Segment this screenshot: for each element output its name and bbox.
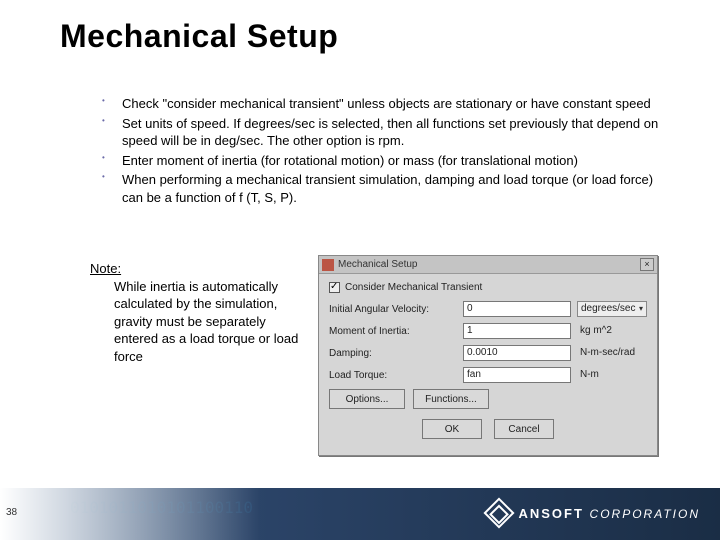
dialog-titlebar: Mechanical Setup × <box>319 256 657 274</box>
note-label: Note: <box>90 261 121 276</box>
footer-fade <box>0 488 260 540</box>
unit-text: kg m^2 <box>577 323 647 339</box>
moment-inertia-input[interactable]: 1 <box>463 323 571 339</box>
unit-text: N-m <box>577 367 647 383</box>
bullet-item: When performing a mechanical transient s… <box>100 171 660 206</box>
logo-text: ANSOFT CORPORATION <box>518 506 700 521</box>
note-block: Note: While inertia is automatically cal… <box>90 260 300 365</box>
velocity-unit-select[interactable]: degrees/sec ▾ <box>577 301 647 317</box>
footer-logo: ANSOFT CORPORATION <box>488 502 700 524</box>
page-title: Mechanical Setup <box>60 18 338 55</box>
corp: CORPORATION <box>590 507 700 521</box>
field-label: Load Torque: <box>329 370 463 381</box>
unit-text: N-m-sec/rad <box>577 345 647 361</box>
dialog-title: Mechanical Setup <box>338 259 640 270</box>
unit-text: degrees/sec <box>581 302 635 316</box>
initial-velocity-input[interactable]: 0 <box>463 301 571 317</box>
field-label: Moment of Inertia: <box>329 326 463 337</box>
logo-icon <box>484 497 515 528</box>
load-torque-input[interactable]: fan <box>463 367 571 383</box>
app-icon <box>322 259 334 271</box>
bullet-item: Check "consider mechanical transient" un… <box>100 95 660 113</box>
field-label: Damping: <box>329 348 463 359</box>
close-icon[interactable]: × <box>640 258 654 271</box>
consider-transient-checkbox[interactable] <box>329 282 340 293</box>
field-label: Initial Angular Velocity: <box>329 304 463 315</box>
damping-input[interactable]: 0.0010 <box>463 345 571 361</box>
chevron-down-icon: ▾ <box>639 302 643 316</box>
page-number: 38 <box>6 507 17 518</box>
checkbox-label: Consider Mechanical Transient <box>345 282 482 293</box>
brand: ANSOFT <box>518 506 583 521</box>
bullet-list: Check "consider mechanical transient" un… <box>100 95 660 208</box>
ok-button[interactable]: OK <box>422 419 482 439</box>
bullet-item: Enter moment of inertia (for rotational … <box>100 152 660 170</box>
bullet-item: Set units of speed. If degrees/sec is se… <box>100 115 660 150</box>
functions-button[interactable]: Functions... <box>413 389 489 409</box>
note-body: While inertia is automatically calculate… <box>90 278 300 366</box>
cancel-button[interactable]: Cancel <box>494 419 554 439</box>
footer-bar: 0101011010101100110 ANSOFT CORPORATION <box>0 488 720 540</box>
options-button[interactable]: Options... <box>329 389 405 409</box>
mechanical-setup-dialog: Mechanical Setup × Consider Mechanical T… <box>318 255 658 456</box>
